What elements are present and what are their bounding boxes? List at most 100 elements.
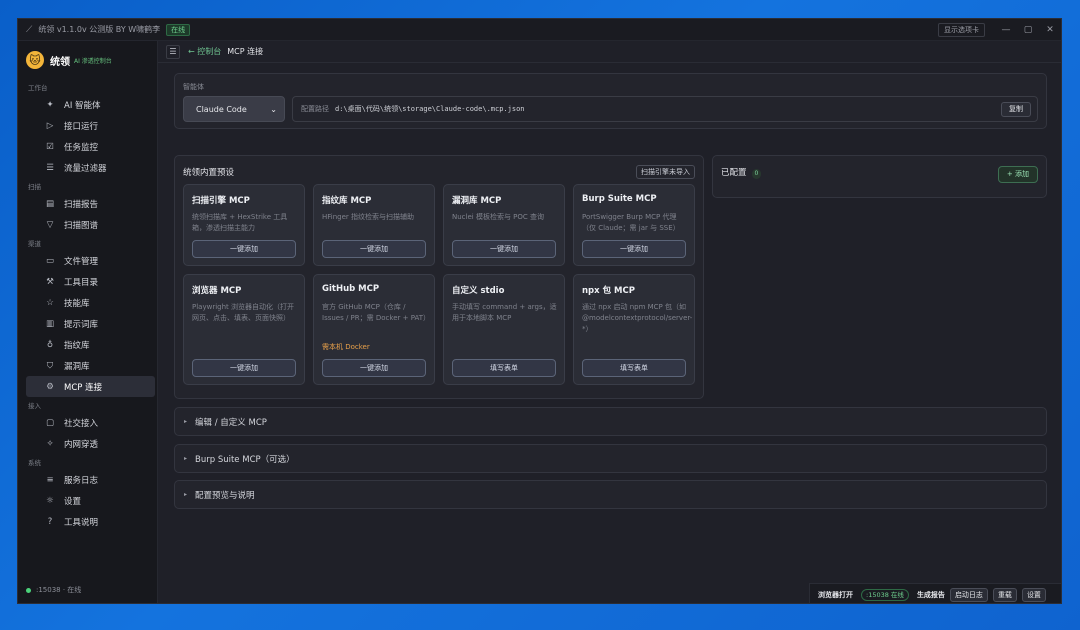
configured-title-text: 已配置 — [721, 168, 747, 178]
reload-button[interactable]: 重载 — [992, 587, 1017, 602]
card-title: GitHub MCP — [322, 284, 380, 294]
task-icon: ☑ — [46, 141, 54, 152]
folder-icon: ▭ — [45, 255, 55, 266]
maximize-icon[interactable]: ▢ — [1017, 25, 1039, 35]
title-bar: ⟋ 统领 v1.1.0v 公测版 BY W啸鹤李 在线 显示选项卡 — ▢ ✕ — [18, 19, 1061, 41]
presets-title: 统领内置预设 — [183, 168, 235, 178]
configured-panel: 已配置 0 + 添加 — [712, 155, 1047, 198]
config-path-field: 配置路径 d:\桌面\代码\统领\storage\Claude-code\.mc… — [292, 96, 1038, 122]
app-icon: ⟋ — [26, 24, 33, 35]
tunnel-icon: ✧ — [46, 438, 54, 449]
show-tabs-button[interactable]: 显示选项卡 — [938, 22, 985, 37]
sidebar-item-label: 文件管理 — [64, 256, 99, 267]
bulb-icon: ♁ — [46, 339, 54, 350]
startup-log-button[interactable]: 启动日志 — [949, 587, 988, 602]
agent-label: 智能体 — [183, 83, 204, 91]
card-title: 自定义 stdio — [452, 286, 505, 296]
sidebar-item-label: 内网穿透 — [64, 439, 99, 450]
sidebar-item-tool-catalog[interactable]: ⚒ 工具目录 — [26, 271, 155, 292]
preset-card-vuln: 漏洞库 MCP Nuclei 模板检索与 POC 查询 一键添加 — [443, 184, 565, 266]
add-browser-button[interactable]: 一键添加 — [192, 359, 296, 377]
card-desc: HFinger 指纹检索与扫描辅助 — [322, 213, 415, 221]
sidebar-item-scan-graph[interactable]: ▽ 扫描图谱 — [26, 214, 155, 235]
add-github-button[interactable]: 一键添加 — [322, 359, 426, 377]
list-icon: ≡ — [46, 474, 54, 485]
docker-warning: 需本机 Docker — [322, 343, 370, 351]
sidebar-item-label: AI 智能体 — [64, 100, 101, 111]
agent-select[interactable]: Claude Code ⌄ — [183, 96, 285, 122]
accordion-edit-custom[interactable]: ▸ 编辑 / 自定义 MCP — [174, 407, 1047, 436]
sidebar-item-mcp[interactable]: ⚙ MCP 连接 — [26, 376, 155, 397]
add-fingerprint-button[interactable]: 一键添加 — [322, 240, 426, 258]
main-area: ☰ ← 控制台 MCP 连接 智能体 Claude Code ⌄ 配置路径 d:… — [158, 41, 1061, 603]
sidebar-item-label: 服务日志 — [64, 475, 99, 486]
minimize-icon[interactable]: — — [995, 25, 1017, 35]
add-scan-engine-button[interactable]: 一键添加 — [192, 240, 296, 258]
sidebar-item-ai-agent[interactable]: ✦ AI 智能体 — [26, 94, 155, 115]
card-desc: Nuclei 模板检索与 POC 查询 — [452, 213, 545, 221]
sidebar-item-task-monitor[interactable]: ☑ 任务监控 — [26, 136, 155, 157]
report-icon: ▤ — [45, 198, 55, 209]
sidebar-item-label: 指纹库 — [64, 340, 90, 351]
sidebar-item-label: 流量过滤器 — [64, 163, 107, 174]
sidebar-item-traffic-filter[interactable]: ☰ 流量过滤器 — [26, 157, 155, 178]
sidebar-item-label: MCP 连接 — [64, 382, 103, 393]
fill-npx-form-button[interactable]: 填写表单 — [582, 359, 686, 377]
sidebar-item-prompts[interactable]: ▥ 提示词库 — [26, 313, 155, 334]
card-title: 漏洞库 MCP — [452, 196, 502, 206]
shield-icon: ⛉ — [46, 360, 54, 371]
section-title: 工作台 — [28, 84, 48, 92]
section-title: 接入 — [28, 402, 41, 410]
sidebar-item-label: 接口运行 — [64, 121, 99, 132]
close-icon[interactable]: ✕ — [1039, 25, 1061, 35]
back-link[interactable]: ← 控制台 — [188, 46, 221, 57]
card-desc: 手动填写 command + args，适用于本地脚本 MCP — [452, 303, 557, 322]
config-path-value: d:\桌面\代码\统领\storage\Claude-code\.mcp.jso… — [335, 105, 525, 113]
copy-button[interactable]: 复制 — [1001, 102, 1031, 117]
expand-arrow-icon: ▸ — [184, 418, 188, 425]
sidebar-item-skills[interactable]: ☆ 技能库 — [26, 292, 155, 313]
accordion-label: 配置预览与说明 — [195, 490, 255, 501]
agent-select-value: Claude Code — [196, 104, 247, 114]
add-mcp-button[interactable]: + 添加 — [997, 166, 1038, 183]
sidebar-item-label: 漏洞库 — [64, 361, 90, 372]
sidebar-item-scan-report[interactable]: ▤ 扫描报告 — [26, 193, 155, 214]
menu-toggle-button[interactable]: ☰ — [166, 44, 180, 59]
brand: 🐱 统领 AI 渗透控制台 — [18, 41, 157, 79]
sidebar-item-tunnel[interactable]: ✧ 内网穿透 — [26, 433, 155, 454]
section-title: 系统 — [28, 459, 41, 467]
sidebar-item-service-log[interactable]: ≡ 服务日志 — [26, 469, 155, 490]
sidebar: 🐱 统领 AI 渗透控制台 工作台 ✦ AI 智能体 ▷ 接口运行 ☑ 任务监控 ☰ 流… — [18, 41, 158, 603]
funnel-icon: ▽ — [46, 219, 54, 230]
agent-panel: 智能体 Claude Code ⌄ 配置路径 d:\桌面\代码\统领\stora… — [174, 73, 1047, 129]
generate-report-button[interactable]: 生成报告 — [917, 590, 945, 600]
sidebar-item-label: 扫描报告 — [64, 199, 99, 210]
add-burp-button[interactable]: 一键添加 — [582, 240, 686, 258]
accordion-burp[interactable]: ▸ Burp Suite MCP（可选） — [174, 444, 1047, 473]
sidebar-item-settings[interactable]: ☼ 设置 — [26, 490, 155, 511]
preset-card-github: GitHub MCP 官方 GitHub MCP（仓库 / Issues / P… — [313, 274, 435, 385]
card-desc: 统领扫描库 + HexStrike 工具箱，渗透扫描主能力 — [192, 213, 288, 232]
logo-icon: 🐱 — [26, 51, 44, 69]
add-vuln-button[interactable]: 一键添加 — [452, 240, 556, 258]
sidebar-item-social[interactable]: ▢ 社交接入 — [26, 412, 155, 433]
card-desc: PortSwigger Burp MCP 代理（仅 Claude；需 jar 与… — [582, 213, 680, 232]
sidebar-item-help[interactable]: ? 工具说明 — [26, 511, 155, 532]
expand-arrow-icon: ▸ — [184, 455, 188, 462]
sidebar-item-label: 提示词库 — [64, 319, 99, 330]
chat-icon: ▢ — [45, 417, 55, 428]
card-title: Burp Suite MCP — [582, 194, 657, 204]
sidebar-item-vulns[interactable]: ⛉ 漏洞库 — [26, 355, 155, 376]
help-icon: ? — [47, 516, 53, 527]
open-browser-button[interactable]: 浏览器打开 — [818, 590, 853, 600]
settings-button[interactable]: 设置 — [1021, 587, 1046, 602]
sidebar-item-label: 社交接入 — [64, 418, 99, 429]
sidebar-item-fingerprints[interactable]: ♁ 指纹库 — [26, 334, 155, 355]
sidebar-item-api-run[interactable]: ▷ 接口运行 — [26, 115, 155, 136]
sidebar-item-label: 设置 — [64, 496, 82, 507]
fill-stdio-form-button[interactable]: 填写表单 — [452, 359, 556, 377]
sidebar-item-file-manager[interactable]: ▭ 文件管理 — [26, 250, 155, 271]
chevron-down-icon: ⌄ — [270, 104, 277, 114]
gear-icon: ⚙ — [46, 381, 54, 392]
accordion-config-preview[interactable]: ▸ 配置预览与说明 — [174, 480, 1047, 509]
